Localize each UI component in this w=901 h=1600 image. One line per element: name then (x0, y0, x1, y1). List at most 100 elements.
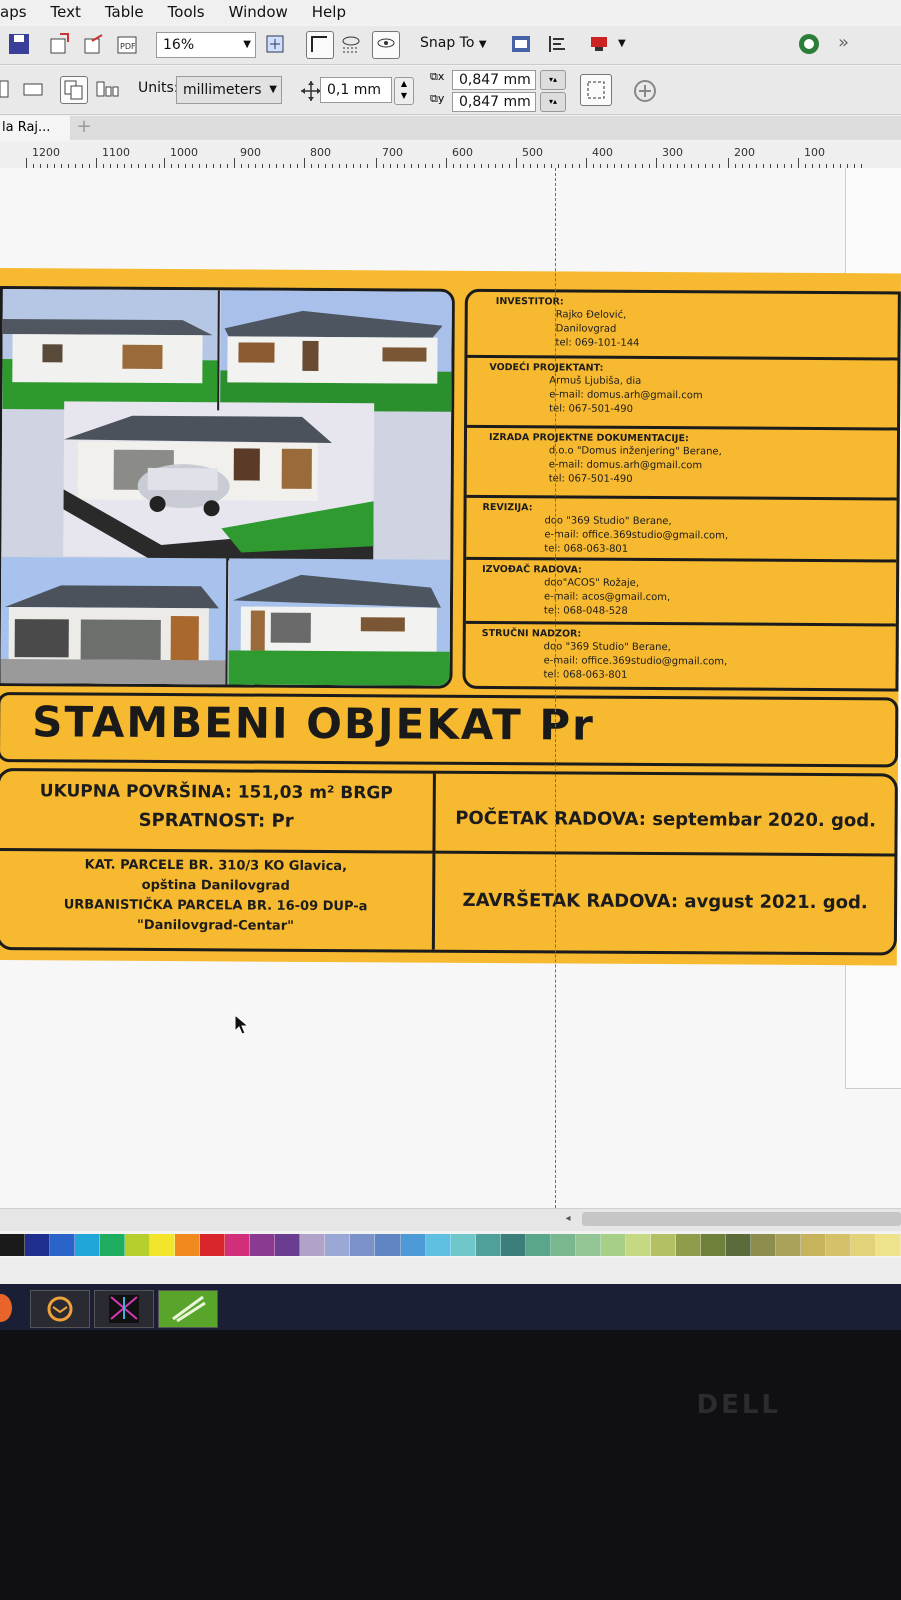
palette-swatch[interactable] (100, 1234, 126, 1256)
menu-item-help[interactable]: Help (312, 3, 346, 21)
palette-swatch[interactable] (450, 1234, 476, 1256)
options-icon[interactable] (508, 31, 534, 57)
info-section-line: Rajko Đelović, (555, 309, 627, 321)
units-label: Units: (138, 80, 179, 96)
house-renderings-panel[interactable] (0, 285, 455, 689)
palette-swatch[interactable] (425, 1234, 451, 1256)
taskbar-app-coreldraw-icon[interactable] (94, 1290, 154, 1328)
palette-swatch[interactable] (625, 1234, 651, 1256)
horizontal-ruler[interactable]: 1200 1100 1000 900 800 700 600 500 400 300 200 100 (0, 142, 901, 169)
palette-swatch[interactable] (775, 1234, 801, 1256)
palette-swatch[interactable] (75, 1234, 101, 1256)
launch-app-icon[interactable] (586, 31, 612, 57)
end-cell: ZAVRŠETAK RADOVA: avgust 2021. god. (435, 854, 896, 953)
chevron-down-icon[interactable]: ▼ (618, 38, 626, 49)
palette-swatch[interactable] (200, 1234, 226, 1256)
taskbar-app-designer-icon[interactable] (158, 1290, 218, 1328)
palette-swatch[interactable] (275, 1234, 301, 1256)
horizontal-scrollbar[interactable]: ◂ (0, 1208, 901, 1231)
current-page-icon[interactable] (94, 76, 120, 102)
landscape-icon[interactable] (20, 76, 46, 102)
duplicate-x-spinner[interactable]: ▾▴ (540, 70, 566, 90)
info-section-heading: INVESTITOR: (495, 296, 564, 308)
palette-swatch[interactable] (350, 1234, 376, 1256)
palette-swatch[interactable] (550, 1234, 576, 1256)
palette-swatch[interactable] (0, 1234, 26, 1256)
palette-swatch[interactable] (50, 1234, 76, 1256)
add-icon[interactable] (632, 78, 658, 104)
new-tab-icon[interactable]: + (72, 116, 96, 140)
palette-swatch[interactable] (225, 1234, 251, 1256)
info-section: INVESTITOR: Rajko Đelović, Danilovgrad tel:… (467, 291, 898, 361)
show-grid-icon[interactable] (338, 31, 364, 57)
save-icon[interactable] (6, 31, 32, 57)
zoom-level-select[interactable]: 16% ▼ (156, 32, 256, 58)
palette-swatch[interactable] (750, 1234, 776, 1256)
show-rulers-icon[interactable] (306, 31, 334, 59)
menu-item-window[interactable]: Window (229, 3, 288, 21)
document-tab[interactable]: la Raj... (0, 116, 70, 140)
nudge-distance-input[interactable]: 0,1 mm (320, 77, 392, 103)
palette-swatch[interactable] (525, 1234, 551, 1256)
all-pages-icon[interactable] (60, 76, 88, 104)
color-palette[interactable] (0, 1234, 901, 1256)
parcel-line: URBANISTIČKA PARCELA BR. 16-09 DUP-a (63, 897, 368, 915)
menu-item-text[interactable]: Text (51, 3, 81, 21)
drawing-canvas[interactable]: INVESTITOR: Rajko Đelović, Danilovgrad tel:… (0, 168, 901, 1208)
taskbar-app-mail-icon[interactable] (30, 1290, 90, 1328)
full-screen-preview-icon[interactable] (262, 31, 288, 57)
align-distribute-icon[interactable] (544, 31, 570, 57)
start-button-icon[interactable] (0, 1294, 12, 1322)
toolbar-overflow-icon[interactable]: » (838, 32, 849, 53)
ruler-tick-label: 300 (662, 146, 683, 159)
scroll-left-icon[interactable]: ◂ (560, 1211, 576, 1227)
palette-swatch[interactable] (250, 1234, 276, 1256)
menu-item-apps[interactable]: aps (0, 3, 27, 21)
palette-swatch[interactable] (125, 1234, 151, 1256)
palette-swatch[interactable] (150, 1234, 176, 1256)
welcome-screen-icon[interactable] (796, 31, 822, 57)
taskbar (0, 1284, 901, 1330)
treat-as-filled-icon[interactable] (580, 74, 612, 106)
palette-swatch[interactable] (300, 1234, 326, 1256)
info-section: STRUČNI NADZOR: doo "369 Studio" Berane, e… (465, 624, 895, 689)
snap-to-dropdown[interactable]: Snap To ▼ (420, 35, 487, 51)
import-icon[interactable] (46, 31, 72, 57)
show-guidelines-icon[interactable] (372, 31, 400, 59)
svg-text:PDF: PDF (120, 42, 136, 51)
duplicate-distance-y-input[interactable]: 0,847 mm (452, 92, 536, 112)
chevron-down-icon: ▼ (269, 84, 277, 95)
monitor-brand-logo: DELL (696, 1390, 781, 1420)
palette-swatch[interactable] (175, 1234, 201, 1256)
palette-swatch[interactable] (25, 1234, 51, 1256)
palette-swatch[interactable] (700, 1234, 726, 1256)
vertical-guideline[interactable] (555, 168, 556, 1208)
palette-swatch[interactable] (675, 1234, 701, 1256)
palette-swatch[interactable] (600, 1234, 626, 1256)
scroll-thumb[interactable] (582, 1212, 901, 1226)
publish-pdf-icon[interactable]: PDF (114, 31, 140, 57)
palette-swatch[interactable] (575, 1234, 601, 1256)
construction-sign-board[interactable]: INVESTITOR: Rajko Đelović, Danilovgrad tel:… (0, 268, 901, 966)
palette-swatch[interactable] (826, 1234, 852, 1256)
palette-swatch[interactable] (801, 1234, 827, 1256)
parcel-line: opština Danilovgrad (141, 877, 290, 894)
palette-swatch[interactable] (725, 1234, 751, 1256)
palette-swatch[interactable] (400, 1234, 426, 1256)
palette-swatch[interactable] (325, 1234, 351, 1256)
menu-item-table[interactable]: Table (105, 3, 144, 21)
duplicate-y-spinner[interactable]: ▾▴ (540, 92, 566, 112)
palette-swatch[interactable] (650, 1234, 676, 1256)
standard-toolbar: PDF 16% ▼ Snap To ▼ ▼ » (0, 26, 901, 65)
export-icon[interactable] (80, 31, 106, 57)
units-select[interactable]: millimeters ▼ (176, 76, 282, 104)
palette-swatch[interactable] (500, 1234, 526, 1256)
parcel-line: "Danilovgrad-Centar" (136, 917, 294, 934)
duplicate-distance-x-input[interactable]: 0,847 mm (452, 70, 536, 90)
menu-item-tools[interactable]: Tools (168, 3, 205, 21)
palette-swatch[interactable] (475, 1234, 501, 1256)
palette-swatch[interactable] (375, 1234, 401, 1256)
palette-swatch[interactable] (851, 1234, 877, 1256)
palette-swatch[interactable] (876, 1234, 901, 1256)
nudge-spinner[interactable]: ▲ ▼ (394, 77, 414, 105)
